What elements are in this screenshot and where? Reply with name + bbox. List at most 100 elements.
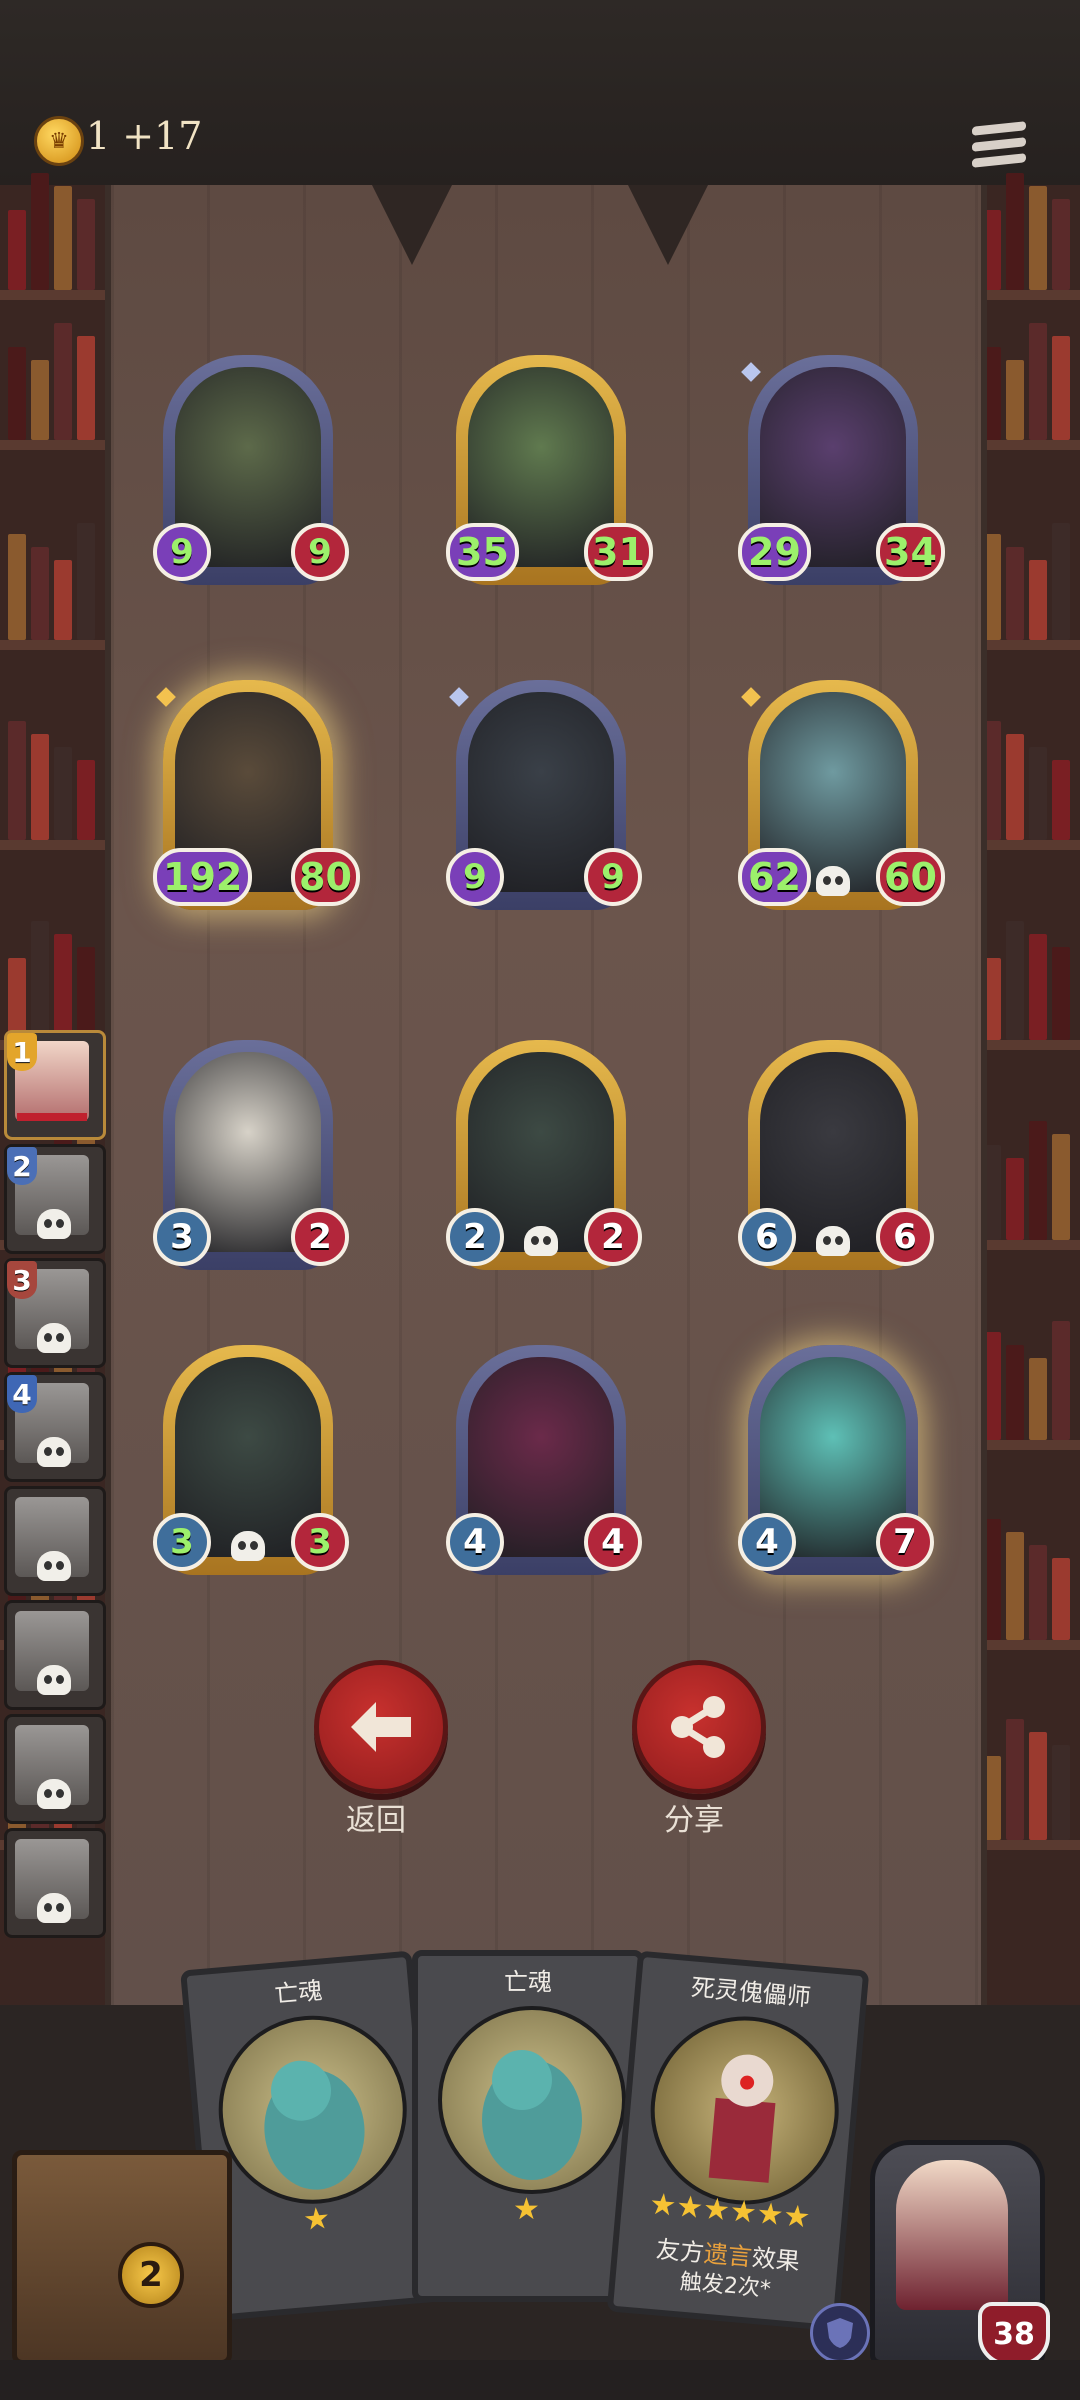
minion-health: 34 (876, 523, 945, 581)
book (1029, 747, 1047, 840)
minion-health: 4 (584, 1513, 642, 1571)
minion-health: 80 (291, 848, 360, 906)
minion-attack: 192 (153, 848, 253, 906)
book (31, 734, 49, 840)
back-button[interactable] (314, 1660, 448, 1794)
board-arch (628, 185, 708, 265)
minion-attack: 62 (738, 848, 811, 906)
menu-icon[interactable] (972, 121, 1026, 174)
opponent-slot[interactable]: 1 (4, 1030, 106, 1140)
book (1052, 760, 1070, 840)
hand-card[interactable]: 死灵傀儡师 ★★★★★★ 友方遗言效果 触发2次* (606, 1950, 870, 2332)
opponent-slot[interactable]: 3 (4, 1258, 106, 1368)
book (1029, 1732, 1047, 1840)
minion-health: 31 (584, 523, 653, 581)
shelf-plank (975, 1040, 1080, 1050)
card-title: 亡魂 (504, 1968, 552, 1996)
minion-attack: 3 (153, 1208, 211, 1266)
opponent-slot[interactable]: 4 (4, 1372, 106, 1482)
card-title: 死灵傀儡师 (689, 1973, 812, 2012)
opponent-slot[interactable] (4, 1486, 106, 1596)
book (8, 721, 26, 840)
minion-attack: 4 (738, 1513, 796, 1571)
book (1006, 360, 1024, 440)
shelf-plank (975, 1240, 1080, 1250)
book (77, 336, 95, 440)
back-label: 返回 (346, 1803, 406, 1838)
book (54, 560, 72, 640)
skull-icon (37, 1665, 71, 1695)
book (1052, 1134, 1070, 1240)
star-icon: ★ (301, 2200, 332, 2238)
skull-icon (816, 1226, 850, 1256)
hand-card[interactable]: 亡魂 ★ (412, 1950, 644, 2302)
book (1006, 173, 1024, 290)
share-label: 分享 (664, 1803, 724, 1838)
shelf-plank (0, 640, 105, 650)
opponent-slot[interactable] (4, 1600, 106, 1710)
minion-attack: 4 (446, 1513, 504, 1571)
crown-coin-icon: ♛ (34, 116, 84, 166)
book (77, 760, 95, 840)
opponent-rank: 1 (7, 1033, 37, 1071)
minion-attack: 29 (738, 523, 811, 581)
book (1052, 1745, 1070, 1840)
book (8, 347, 26, 440)
skull-icon (524, 1226, 558, 1256)
share-button[interactable] (632, 1660, 766, 1794)
shield-icon[interactable] (810, 2303, 870, 2363)
skull-icon (816, 866, 850, 896)
book (31, 360, 49, 440)
book (1006, 1345, 1024, 1440)
shelf-plank (975, 290, 1080, 300)
opponent-slot[interactable] (4, 1714, 106, 1824)
book (1029, 1358, 1047, 1440)
book (1029, 934, 1047, 1040)
skull-icon (37, 1209, 71, 1239)
book (31, 547, 49, 640)
board-arch (372, 185, 452, 265)
card-portrait (642, 2008, 847, 2213)
card-title: 亡魂 (273, 1976, 324, 2009)
share-icon (671, 1696, 725, 1758)
minion-attack: 9 (153, 523, 211, 581)
book (1029, 560, 1047, 640)
book (1029, 323, 1047, 440)
book (1029, 1121, 1047, 1240)
minion-attack: 6 (738, 1208, 796, 1266)
book (1052, 336, 1070, 440)
book (1029, 186, 1047, 290)
book (31, 921, 49, 1040)
coin-counter: 1 +17 (86, 114, 203, 158)
book (1052, 199, 1070, 290)
shelf-plank (0, 440, 105, 450)
book (8, 534, 26, 640)
book (1006, 921, 1024, 1040)
star-icon: ★ (513, 2192, 540, 2227)
book (8, 958, 26, 1040)
skull-icon (37, 1551, 71, 1581)
opponent-rank: 4 (7, 1375, 37, 1413)
book (1052, 523, 1070, 640)
book (1052, 1321, 1070, 1440)
shelf-plank (975, 1840, 1080, 1850)
minion-attack: 2 (446, 1208, 504, 1266)
book (1006, 1719, 1024, 1840)
book (1029, 1545, 1047, 1640)
opponent-slot[interactable] (4, 1828, 106, 1938)
shelf-plank (975, 440, 1080, 450)
book (54, 323, 72, 440)
shelf-plank (0, 840, 105, 850)
book (54, 934, 72, 1040)
minion-attack: 9 (446, 848, 504, 906)
book (1006, 1532, 1024, 1640)
bottom-bar (0, 2360, 1080, 2400)
skull-icon (37, 1437, 71, 1467)
hero-avatar (896, 2160, 1008, 2310)
book (54, 186, 72, 290)
book (1052, 1558, 1070, 1640)
skull-icon (37, 1779, 71, 1809)
opponent-rank: 2 (7, 1147, 37, 1185)
opponent-slot[interactable]: 2 (4, 1144, 106, 1254)
book (1006, 547, 1024, 640)
